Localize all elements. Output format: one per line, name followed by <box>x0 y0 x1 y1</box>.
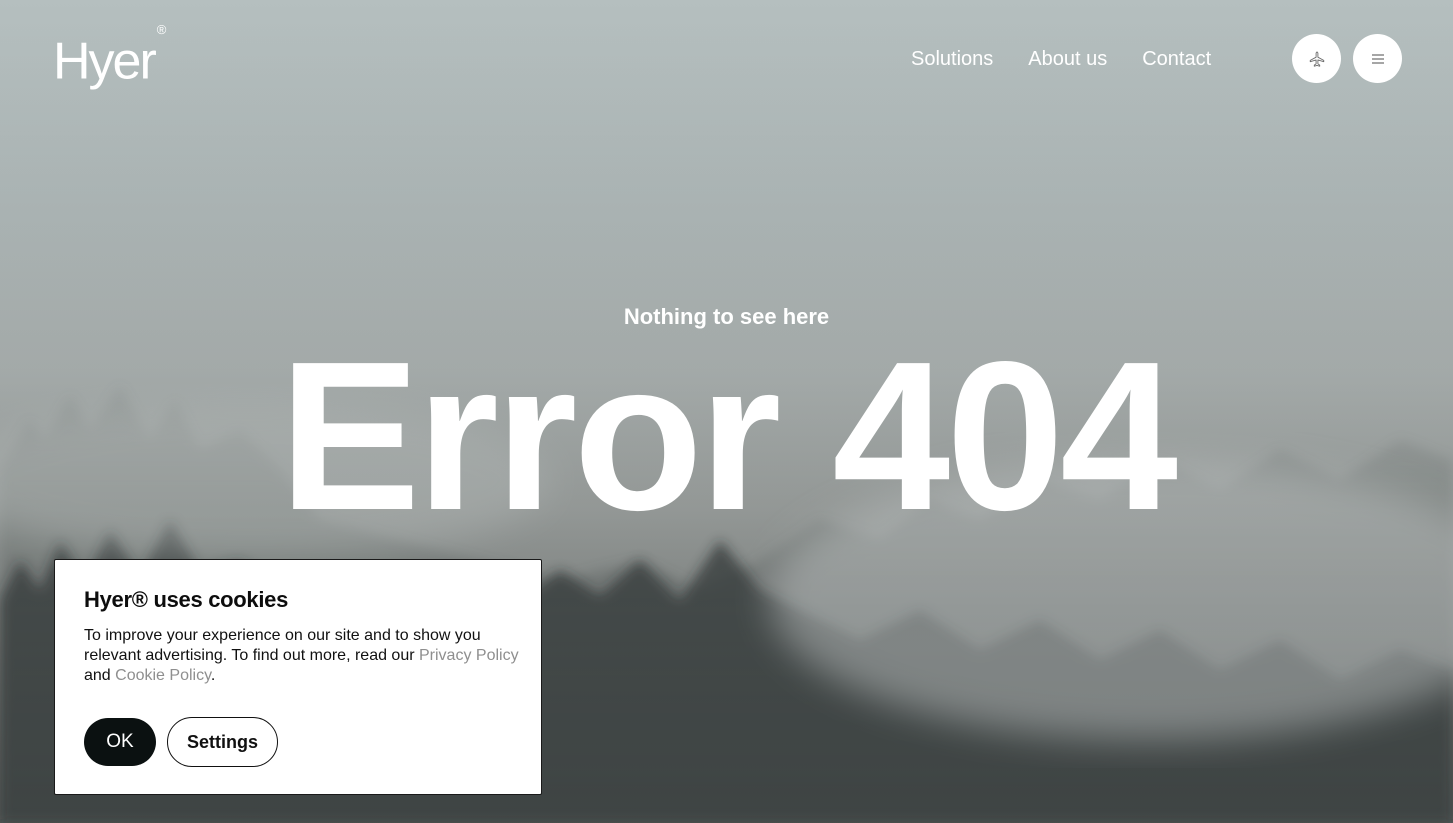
brand-registered-mark: ® <box>156 22 167 37</box>
privacy-policy-link[interactable]: Privacy Policy <box>419 647 519 664</box>
cookie-text-and: and <box>84 667 116 684</box>
cookie-ok-button[interactable]: OK <box>84 718 156 766</box>
cookie-policy-link[interactable]: Cookie Policy <box>115 667 211 684</box>
brand-name: Hyer <box>53 32 157 91</box>
hamburger-menu-icon <box>1371 53 1384 64</box>
menu-button[interactable] <box>1353 34 1402 83</box>
airplane-icon <box>1309 50 1324 67</box>
cookie-settings-button[interactable]: Settings <box>167 717 278 767</box>
error-title: Error 404 <box>278 317 1178 554</box>
cookie-banner-title: Hyer® uses cookies <box>84 587 289 612</box>
cookie-text-end: . <box>210 667 216 684</box>
main-nav: Solutions About us Contact <box>911 46 1211 72</box>
nav-link-solutions[interactable]: Solutions <box>911 46 993 72</box>
brand-logo[interactable]: Hyer® <box>53 22 166 91</box>
cookie-banner-text: To improve your experience on our site a… <box>84 626 524 686</box>
nav-link-about-us[interactable]: About us <box>1028 46 1107 72</box>
nav-link-contact[interactable]: Contact <box>1142 46 1211 72</box>
cookie-banner: Hyer® uses cookies To improve your exper… <box>54 559 542 795</box>
error-page: Hyer® Solutions About us Contact Nothing… <box>0 0 1453 823</box>
flight-button[interactable] <box>1292 34 1341 83</box>
